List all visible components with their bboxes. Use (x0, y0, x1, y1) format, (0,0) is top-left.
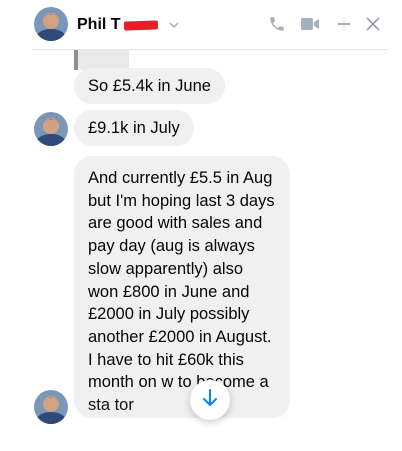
message-text: £9.1k in July (88, 118, 180, 137)
message-bubble[interactable]: And currently £5.5 in Aug but I'm hoping… (74, 156, 290, 418)
video-icon[interactable] (299, 13, 321, 35)
message-bubble[interactable]: £9.1k in July (74, 110, 194, 146)
chevron-down-icon[interactable] (168, 19, 180, 31)
scroll-to-bottom-button[interactable] (190, 380, 230, 420)
contact-name: Phil T (77, 16, 121, 33)
contact-avatar[interactable] (34, 7, 68, 41)
redaction-mark (123, 19, 158, 31)
phone-icon[interactable] (266, 13, 288, 35)
message-bubble[interactable]: So £5.4k in June (74, 68, 225, 104)
sender-avatar[interactable] (34, 390, 68, 424)
sender-avatar[interactable] (34, 112, 68, 146)
message-text: So £5.4k in June (88, 76, 211, 95)
contact-name-area[interactable]: Phil T (77, 15, 180, 35)
minimize-icon[interactable] (333, 13, 355, 35)
image-attachment-edge[interactable] (74, 50, 129, 70)
message-text: And currently £5.5 in Aug but I'm hoping… (88, 169, 275, 415)
arrow-down-icon (202, 388, 218, 412)
chat-header: Phil T (0, 0, 402, 50)
close-icon[interactable] (362, 13, 384, 35)
